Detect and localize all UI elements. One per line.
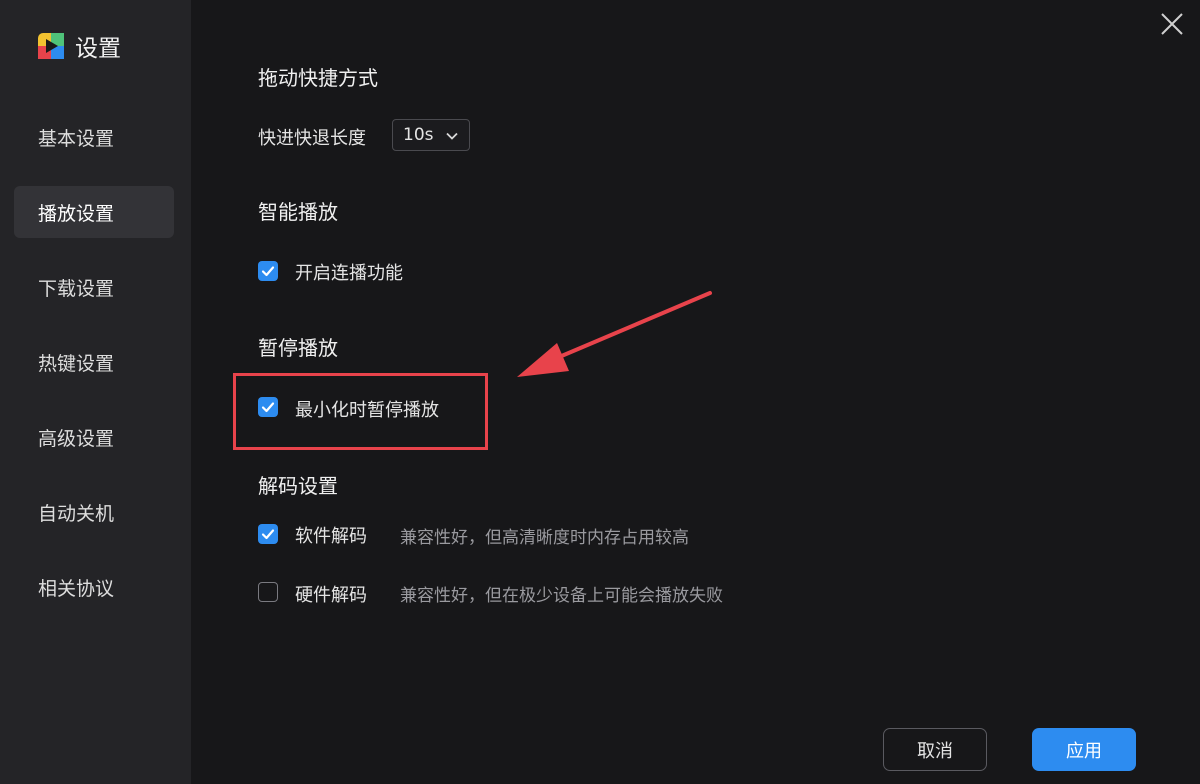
chevron-down-icon [446,132,458,140]
seek-length-label: 快进快退长度 [258,128,366,149]
section-title-decode: 解码设置 [258,474,338,498]
annotation-highlight-box [233,373,488,450]
section-title-drag: 拖动快捷方式 [258,66,378,90]
hardware-decode-checkbox[interactable] [258,582,278,602]
seek-length-value: 10s [403,125,434,145]
check-icon [261,529,275,540]
section-title-smart: 智能播放 [258,200,338,224]
continuous-play-checkbox[interactable] [258,261,278,281]
apply-button[interactable]: 应用 [1032,728,1136,771]
software-decode-checkbox[interactable] [258,524,278,544]
continuous-play-label: 开启连播功能 [295,263,403,284]
settings-content: 拖动快捷方式 快进快退长度 10s 智能播放 开启连播功能 暂停播放 最小化时暂… [0,0,1200,784]
section-title-pause: 暂停播放 [258,336,338,360]
hardware-decode-label: 硬件解码 [295,585,367,606]
software-decode-desc: 兼容性好，但高清晰度时内存占用较高 [400,528,689,548]
cancel-button[interactable]: 取消 [883,728,987,771]
check-icon [261,266,275,277]
seek-length-select[interactable]: 10s [392,119,470,151]
hardware-decode-desc: 兼容性好，但在极少设备上可能会播放失败 [400,586,723,606]
software-decode-label: 软件解码 [295,526,367,547]
annotation-arrow-icon [517,291,712,377]
